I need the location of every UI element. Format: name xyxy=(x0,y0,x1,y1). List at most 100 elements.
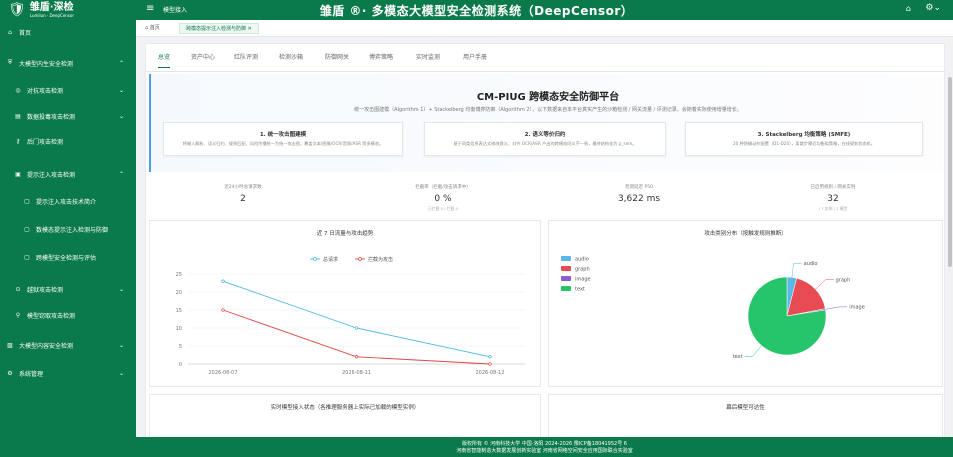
pie-label-line xyxy=(744,345,762,357)
sidebar-item-label: 跨模型安全检测与评估 xyxy=(36,254,97,262)
legend-swatch xyxy=(561,286,571,291)
legend-label[interactable]: text xyxy=(575,287,585,293)
scrollbar-thumb[interactable] xyxy=(948,77,952,267)
sidebar-item-label: 越狱攻击检测 xyxy=(27,286,64,294)
sidebar-item-label: 后门攻击检测 xyxy=(27,138,64,146)
y-tick-label: 15 xyxy=(176,308,182,314)
sidebar-item-label: 数模态提示注入检测与防御 xyxy=(36,226,109,234)
pie-label: audio xyxy=(804,261,818,267)
main-content: 总览 资产中心 红队评测 检测沙箱 防御网关 博弈策略 实时监测 用户手册 CM-PIUG 跨… xyxy=(145,43,946,457)
legend-label[interactable]: graph xyxy=(575,267,590,273)
chevron-icon: ⌄ xyxy=(118,369,124,377)
doc-icon: ▢ xyxy=(24,197,30,205)
subtab-3[interactable]: 检测沙箱 xyxy=(279,52,303,61)
sidebar-item-4[interactable]: ⚷ 后门攻击检测 xyxy=(0,133,136,149)
legend-marker xyxy=(313,257,317,261)
subtabs: 总览 资产中心 红队评测 检测沙箱 防御网关 博弈策略 实时监测 用户手册 xyxy=(146,44,946,72)
sidebar-item-label: 对抗攻击检测 xyxy=(27,87,64,95)
x-tick-label: 2026-08-07 xyxy=(208,370,237,376)
top-bar: 🛡 雏盾·深检 Lumilun · DeepCensor ≡ 模型接入 雏盾 ®·… xyxy=(0,0,953,20)
tab-active[interactable]: 跨模态提示注入检测与防御 ✕ xyxy=(179,23,259,34)
data-point[interactable] xyxy=(354,355,359,359)
sidebar-item-label: 大模型内容安全检测 xyxy=(19,342,74,350)
legend-label[interactable]: 拦截为攻击 xyxy=(368,256,393,263)
sidebar-item-label: 提示注入攻击技术简介 xyxy=(36,198,97,206)
content-icon: ▧ xyxy=(7,341,13,349)
model-status-title: 实时模型接入状态（各推理服务器上实际已加载的模型实例） xyxy=(270,405,420,411)
x-tick-label: 2026-08-12 xyxy=(475,370,504,376)
feature-card-3: 3. Stackelberg 均衡策略 (SMFE) 20 种防御动作配置（D1… xyxy=(685,122,923,156)
legend-label[interactable]: 总请求 xyxy=(323,256,338,263)
sidebar-item-8[interactable]: ▢ 跨模型安全检测与评估 xyxy=(0,249,136,265)
sidebar-item-label: 大模型内生安全检测 xyxy=(19,60,74,68)
sidebar-item-2[interactable]: ◎ 对抗攻击检测 ⌄ xyxy=(0,82,136,98)
chevron-icon: ⌃ xyxy=(118,59,124,67)
data-point[interactable] xyxy=(221,279,225,283)
data-point[interactable] xyxy=(221,308,225,312)
user-icon[interactable]: ⌂ xyxy=(906,4,911,13)
shield-icon: ⛨ xyxy=(7,59,13,66)
sidebar-item-12[interactable]: ⚙ 系统管理 ⌄ xyxy=(0,365,136,381)
legend-marker xyxy=(358,257,362,261)
gear-icon: ⚙ xyxy=(7,369,13,377)
feature-card-2: 2. 语义等价归约 基于同类信息表达式修改换义，对齐 OCR/ASR 产出的跨模… xyxy=(424,122,666,156)
tab-home[interactable]: ⌂ 首页 xyxy=(145,24,160,31)
subtab-1[interactable]: 资产中心 xyxy=(191,52,215,61)
subtab-7[interactable]: 用户手册 xyxy=(463,52,487,61)
subtab-0[interactable]: 总览 xyxy=(158,52,171,68)
sidebar-item-11[interactable]: ▧ 大模型内容安全检测 ⌄ xyxy=(0,337,136,353)
data-point[interactable] xyxy=(354,326,359,330)
settings-icon[interactable]: ⚙⌄ xyxy=(925,3,941,13)
sidebar-item-0[interactable]: ⌂ 首页 xyxy=(0,24,136,40)
sidebar-item-7[interactable]: ▢ 数模态提示注入检测与防御 xyxy=(0,221,136,237)
hero-title: CM-PIUG 跨模态安全防御平台 xyxy=(476,92,620,103)
sidebar-item-3[interactable]: ▤ 数据投毒攻击检测 ⌄ xyxy=(0,108,136,124)
sidebar-item-10[interactable]: ⚲ 模型窃取攻击检测 xyxy=(0,307,136,323)
home-icon: ⌂ xyxy=(8,28,12,36)
chevron-icon: ⌄ xyxy=(118,341,124,349)
tabs-bar: ⌂ 首页 跨模态提示注入检测与防御 ✕ xyxy=(136,20,953,37)
scrollbar[interactable] xyxy=(947,37,953,437)
sidebar-item-label: 模型窃取攻击检测 xyxy=(27,312,76,320)
key-icon: ⚷ xyxy=(15,137,21,145)
pie-label-line xyxy=(825,306,848,310)
subtab-6[interactable]: 实时监测 xyxy=(416,52,440,61)
chevron-icon: ⌄ xyxy=(118,285,124,293)
y-tick-label: 10 xyxy=(176,326,182,332)
x-tick-label: 2026-08-11 xyxy=(342,370,371,376)
legend-label[interactable]: audio xyxy=(575,257,589,263)
data-point[interactable] xyxy=(488,362,492,366)
sidebar-item-9[interactable]: ⊙ 越狱攻击检测 ⌄ xyxy=(0,281,136,297)
series-line-0 xyxy=(222,280,491,358)
legend-swatch xyxy=(561,256,571,261)
sidebar-item-label: 提示注入攻击检测 xyxy=(27,171,76,179)
sidebar-item-1[interactable]: ⛨ 大模型内生安全检测 ⌃ xyxy=(0,55,136,71)
pie-label: graph xyxy=(836,278,851,284)
legend-label[interactable]: image xyxy=(575,277,591,283)
sidebar-item-5[interactable]: ▣ 提示注入攻击检测 ⌃ xyxy=(0,166,136,182)
pie-chart-panel: 攻击类别分布（按触发规则推断） audio audio graph graph imag… xyxy=(548,220,943,387)
pie-label: image xyxy=(849,305,865,311)
chevron-icon: ⌃ xyxy=(118,170,124,178)
pie-label-line xyxy=(791,263,802,278)
stat-rules: 已启用规则 / 网关实例 32 / 7 实例 | 1 模型 xyxy=(810,185,856,211)
sidebar-item-6[interactable]: ▢ 提示注入攻击技术简介 xyxy=(0,193,136,209)
y-tick-label: 5 xyxy=(179,344,182,350)
line-chart: 0 5 10 15 20 25 2026-08-07 2026-08-11 2026-08-12… xyxy=(176,256,525,376)
pie-chart: audio audio graph graph image image text text xyxy=(561,256,865,360)
subtab-4[interactable]: 防御网关 xyxy=(325,52,349,61)
doc-icon: ▢ xyxy=(24,225,30,233)
app-root: 🛡 雏盾·深检 Lumilun · DeepCensor ≡ 模型接入 雏盾 ®·… xyxy=(0,0,953,457)
stat-block-rate: 拦截率（拦截/攻击请求中） 0 % 已拦截 0 / 拦截 0 xyxy=(415,185,471,211)
legend-swatch xyxy=(561,276,571,281)
pie-label-line xyxy=(815,279,834,290)
data-point[interactable] xyxy=(488,355,492,359)
hero-banner: CM-PIUG 跨模态安全防御平台 统一攻击图建模（Algorithm 1）+ … xyxy=(149,74,943,172)
subtab-2[interactable]: 红队评测 xyxy=(234,52,258,61)
legend-swatch xyxy=(561,266,571,271)
unlock-icon: ⊙ xyxy=(15,285,21,293)
close-icon[interactable]: ✕ xyxy=(248,26,252,32)
sidebar: ⌂ 首页 ⛨ 大模型内生安全检测 ⌃ ◎ 对抗攻击检测 ⌄ ▤ 数据投毒攻击检测 ⌄ ⚷ 后门攻击检测 ▣… xyxy=(0,20,136,457)
footer-labs: 河南省智能制造大数据发展创新实验室 河南省网络空间安全应用国际联合实验室 xyxy=(456,448,633,454)
subtab-5[interactable]: 博弈策略 xyxy=(369,52,393,61)
